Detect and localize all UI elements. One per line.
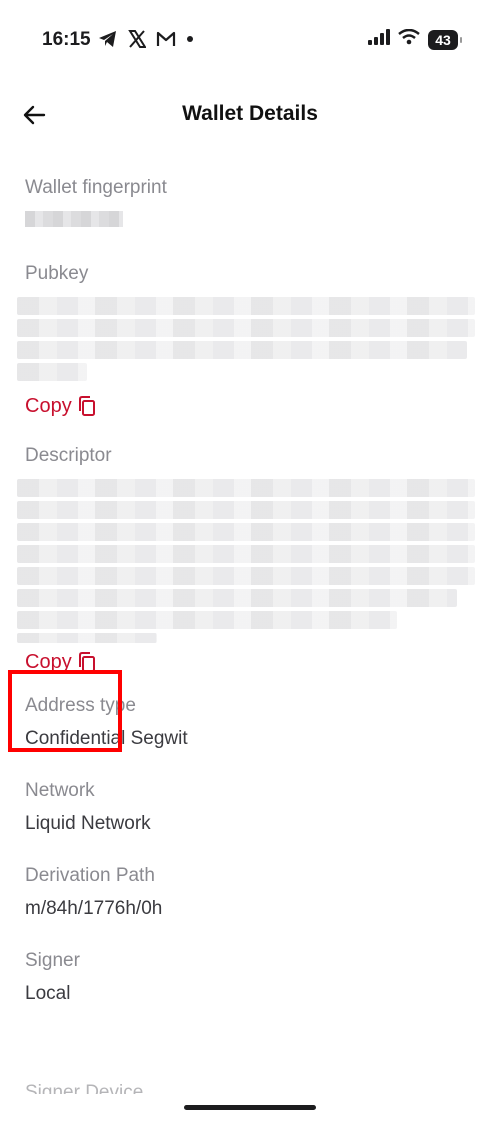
fingerprint-value-redacted (25, 211, 123, 227)
derivation-value: m/84h/1776h/0h (25, 898, 163, 919)
fingerprint-label: Wallet fingerprint (25, 177, 167, 198)
signer-value: Local (25, 983, 71, 1004)
derivation-label: Derivation Path (25, 865, 155, 886)
page-title: Wallet Details (182, 102, 318, 125)
network-label: Network (25, 780, 95, 801)
copy-pubkey-button[interactable]: Copy (25, 391, 475, 421)
copy-icon (78, 396, 96, 416)
descriptor-value-redacted (17, 479, 475, 643)
gmail-icon (156, 31, 176, 47)
status-time: 16:15 (42, 29, 91, 50)
descriptor-label: Descriptor (25, 445, 112, 466)
descriptor-line (17, 611, 397, 629)
descriptor-line (17, 633, 157, 643)
system-icons: 43 (368, 28, 462, 50)
descriptor-line (17, 501, 475, 519)
pubkey-value-redacted (17, 297, 475, 381)
battery-indicator: 43 (428, 29, 462, 50)
pubkey-label: Pubkey (25, 263, 89, 284)
pubkey-line (17, 319, 475, 337)
derivation-section: Derivation Path m/84h/1776h/0h (25, 863, 475, 922)
x-icon (128, 30, 146, 48)
notification-icons (98, 30, 194, 48)
wallet-details: Wallet fingerprint Pubkey Copy Descripto… (17, 175, 475, 1033)
copy-icon (78, 652, 96, 672)
signer-device-label: Signer Device (25, 1082, 144, 1094)
home-indicator[interactable] (184, 1105, 316, 1110)
telegram-icon (98, 30, 118, 48)
network-section: Network Liquid Network (25, 778, 475, 837)
pubkey-line (17, 297, 475, 315)
dot-icon (186, 35, 194, 43)
signer-label: Signer (25, 950, 80, 971)
descriptor-line (17, 567, 475, 585)
signer-section: Signer Local (25, 948, 475, 1007)
descriptor-line (17, 523, 475, 541)
descriptor-line (17, 545, 475, 563)
wifi-icon (398, 28, 420, 50)
network-value: Liquid Network (25, 813, 151, 834)
signal-icon (368, 29, 390, 50)
copy-label: Copy (25, 394, 72, 417)
pubkey-line (17, 341, 467, 359)
descriptor-section: Descriptor Copy (17, 443, 475, 677)
status-bar: 16:15 43 (0, 0, 500, 80)
fingerprint-section: Wallet fingerprint (25, 175, 475, 227)
descriptor-line (17, 479, 475, 497)
header: Wallet Details (0, 90, 500, 140)
pubkey-section: Pubkey Copy (17, 261, 475, 421)
highlight-box (8, 670, 122, 752)
pubkey-line (17, 363, 87, 381)
descriptor-line (17, 589, 457, 607)
